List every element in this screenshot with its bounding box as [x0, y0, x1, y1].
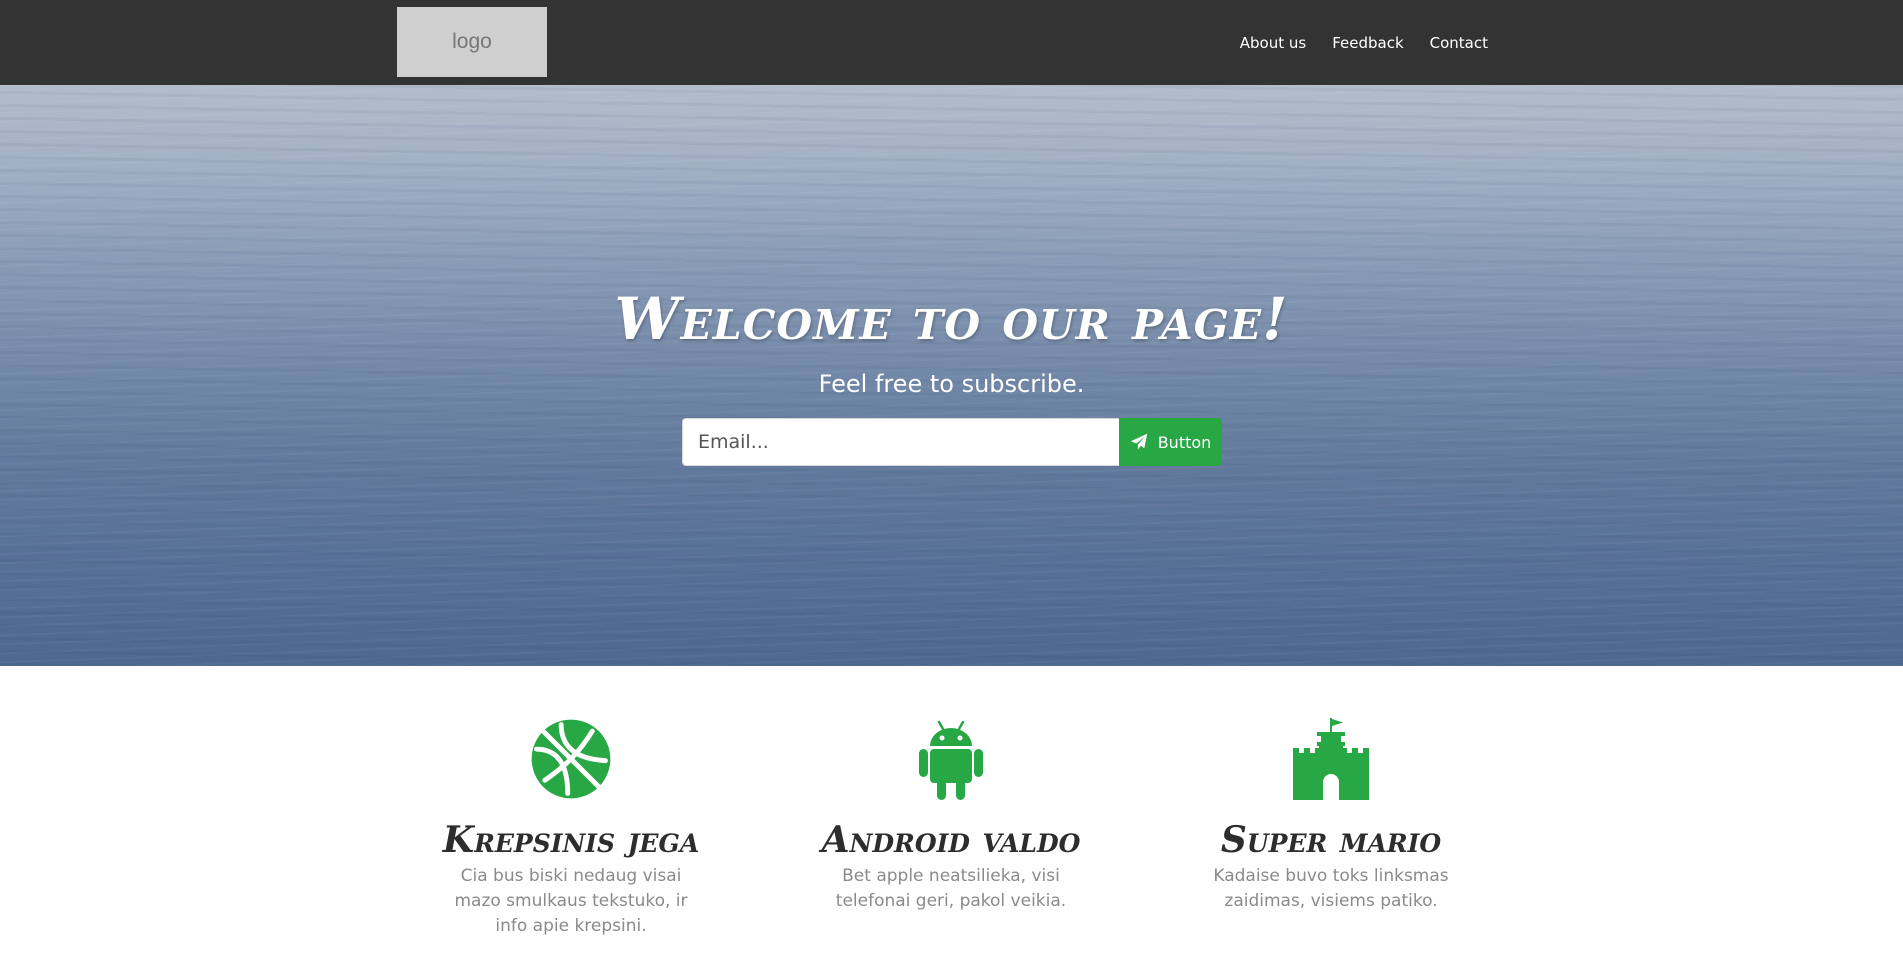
- feature-title: Super mario: [1220, 819, 1442, 861]
- feature-text: Bet apple neatsilieka, visi telefonai ge…: [835, 866, 1067, 911]
- feature-text: Cia bus biski nedaug visai mazo smulkaus…: [454, 866, 688, 936]
- subscribe-button[interactable]: Button: [1119, 418, 1222, 466]
- feature-title: Krepsinis jega: [442, 819, 700, 861]
- email-input[interactable]: [682, 418, 1119, 466]
- feature-text: Kadaise buvo toks linksmas zaidimas, vis…: [1213, 866, 1449, 911]
- nav-link-feedback[interactable]: Feedback: [1332, 34, 1403, 52]
- nav-link-contact[interactable]: Contact: [1430, 34, 1488, 52]
- feature-card-android: Android valdo Bet apple neatsilieka, vis…: [801, 718, 1101, 914]
- paper-plane-icon: [1130, 433, 1148, 451]
- top-navbar: logo About us Feedback Contact: [0, 0, 1903, 85]
- basketball-icon: [531, 719, 611, 799]
- site-logo[interactable]: logo: [397, 7, 547, 77]
- subscribe-button-label: Button: [1157, 432, 1212, 452]
- subscribe-form: Button: [682, 418, 1222, 466]
- hero-title: Welcome to our page!: [614, 285, 1289, 353]
- nav-link-about-us[interactable]: About us: [1240, 34, 1306, 52]
- feature-card-castle: Super mario Kadaise buvo toks linksmas z…: [1181, 718, 1481, 914]
- android-icon: [919, 720, 983, 800]
- nav-links: About us Feedback Contact: [1240, 0, 1488, 85]
- feature-title: Android valdo: [821, 819, 1081, 861]
- hero-section: Welcome to our page! Feel free to subscr…: [0, 85, 1903, 666]
- feature-card-basketball: Krepsinis jega Cia bus biski nedaug visa…: [421, 718, 721, 939]
- castle-icon: [1293, 718, 1369, 800]
- hero-subtitle: Feel free to subscribe.: [818, 370, 1085, 398]
- features-section: Krepsinis jega Cia bus biski nedaug visa…: [0, 666, 1903, 956]
